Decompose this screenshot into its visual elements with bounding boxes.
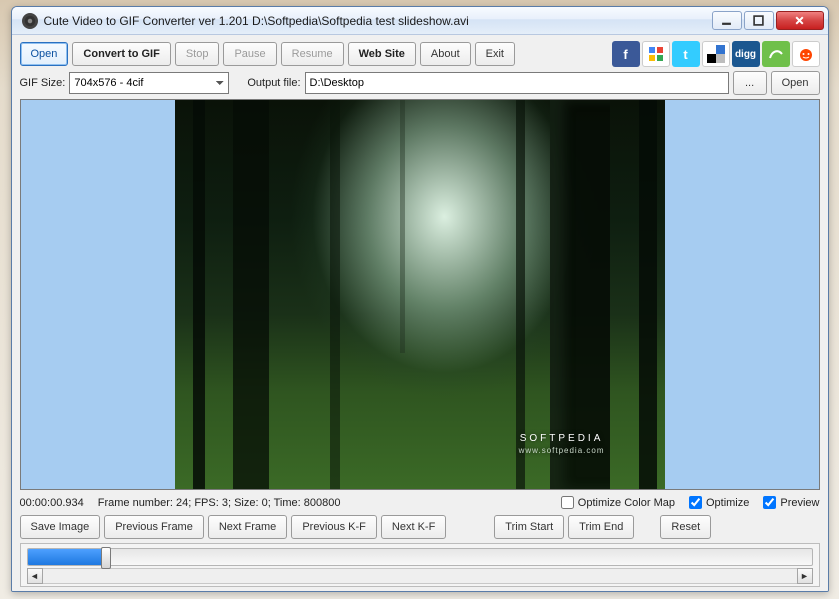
google-icon[interactable] bbox=[642, 41, 670, 67]
preview-area: SOFTPEDIA www.softpedia.com bbox=[20, 99, 820, 490]
trim-start-button[interactable]: Trim Start bbox=[494, 515, 564, 539]
scroll-left-arrow[interactable]: ◄ bbox=[27, 568, 43, 584]
facebook-icon[interactable]: f bbox=[612, 41, 640, 67]
app-icon bbox=[22, 13, 38, 29]
exit-button[interactable]: Exit bbox=[475, 42, 515, 66]
reddit-icon[interactable] bbox=[792, 41, 820, 67]
website-button[interactable]: Web Site bbox=[348, 42, 416, 66]
watermark-subtext: www.softpedia.com bbox=[519, 446, 605, 455]
watermark: SOFTPEDIA www.softpedia.com bbox=[519, 433, 605, 455]
timecode: 00:00:00.934 bbox=[20, 497, 84, 509]
status-row: 00:00:00.934 Frame number: 24; FPS: 3; S… bbox=[20, 494, 820, 511]
gif-size-select[interactable]: 704x576 - 4cif bbox=[69, 72, 229, 94]
next-frame-button[interactable]: Next Frame bbox=[208, 515, 287, 539]
scroll-right-arrow[interactable]: ► bbox=[797, 568, 813, 584]
frame-controls: Save Image Previous Frame Next Frame Pre… bbox=[20, 515, 820, 539]
optimize-color-map-input[interactable] bbox=[561, 496, 574, 509]
preview-checkbox[interactable]: Preview bbox=[763, 496, 819, 509]
save-image-button[interactable]: Save Image bbox=[20, 515, 101, 539]
resume-button[interactable]: Resume bbox=[281, 42, 344, 66]
titlebar: Cute Video to GIF Converter ver 1.201 D:… bbox=[12, 7, 828, 35]
frame-details: Frame number: 24; FPS: 3; Size: 0; Time:… bbox=[98, 497, 341, 509]
optimize-color-map-checkbox[interactable]: Optimize Color Map bbox=[561, 496, 675, 509]
window-controls bbox=[712, 11, 824, 30]
open-button[interactable]: Open bbox=[20, 42, 69, 66]
next-keyframe-button[interactable]: Next K-F bbox=[381, 515, 446, 539]
timeline-fill bbox=[28, 549, 106, 565]
about-button[interactable]: About bbox=[420, 42, 471, 66]
main-toolbar: Open Convert to GIF Stop Pause Resume We… bbox=[20, 41, 820, 67]
open-output-button[interactable]: Open bbox=[771, 71, 820, 95]
maximize-button[interactable] bbox=[744, 11, 774, 30]
trim-end-button[interactable]: Trim End bbox=[568, 515, 634, 539]
gif-size-label: GIF Size: bbox=[20, 77, 66, 89]
client-area: Open Convert to GIF Stop Pause Resume We… bbox=[12, 35, 828, 591]
delicious-icon[interactable] bbox=[702, 41, 730, 67]
optimize-checkbox[interactable]: Optimize bbox=[689, 496, 749, 509]
reset-button[interactable]: Reset bbox=[660, 515, 711, 539]
close-button[interactable] bbox=[776, 11, 824, 30]
digg-icon[interactable]: digg bbox=[732, 41, 760, 67]
output-file-input[interactable] bbox=[305, 72, 729, 94]
timeline-track[interactable] bbox=[27, 548, 813, 566]
preview-input[interactable] bbox=[763, 496, 776, 509]
previous-frame-button[interactable]: Previous Frame bbox=[104, 515, 204, 539]
watermark-text: SOFTPEDIA bbox=[520, 433, 604, 444]
window-title: Cute Video to GIF Converter ver 1.201 D:… bbox=[44, 14, 712, 28]
minimize-button[interactable] bbox=[712, 11, 742, 30]
timeline-area: ◄ ► bbox=[20, 543, 820, 587]
scroll-track[interactable] bbox=[43, 568, 797, 584]
horizontal-scrollbar: ◄ ► bbox=[27, 568, 813, 584]
stop-button[interactable]: Stop bbox=[175, 42, 220, 66]
browse-button[interactable]: ... bbox=[733, 71, 767, 95]
social-icons: f t digg bbox=[612, 41, 820, 67]
convert-to-gif-button[interactable]: Convert to GIF bbox=[72, 42, 170, 66]
output-file-label: Output file: bbox=[247, 77, 300, 89]
app-window: Cute Video to GIF Converter ver 1.201 D:… bbox=[11, 6, 829, 592]
optimize-input[interactable] bbox=[689, 496, 702, 509]
stumbleupon-icon[interactable] bbox=[762, 41, 790, 67]
timeline-thumb[interactable] bbox=[101, 547, 111, 569]
previous-keyframe-button[interactable]: Previous K-F bbox=[291, 515, 377, 539]
video-frame: SOFTPEDIA www.softpedia.com bbox=[175, 100, 665, 489]
pause-button[interactable]: Pause bbox=[223, 42, 276, 66]
twitter-icon[interactable]: t bbox=[672, 41, 700, 67]
file-bar: GIF Size: 704x576 - 4cif Output file: ..… bbox=[20, 71, 820, 95]
